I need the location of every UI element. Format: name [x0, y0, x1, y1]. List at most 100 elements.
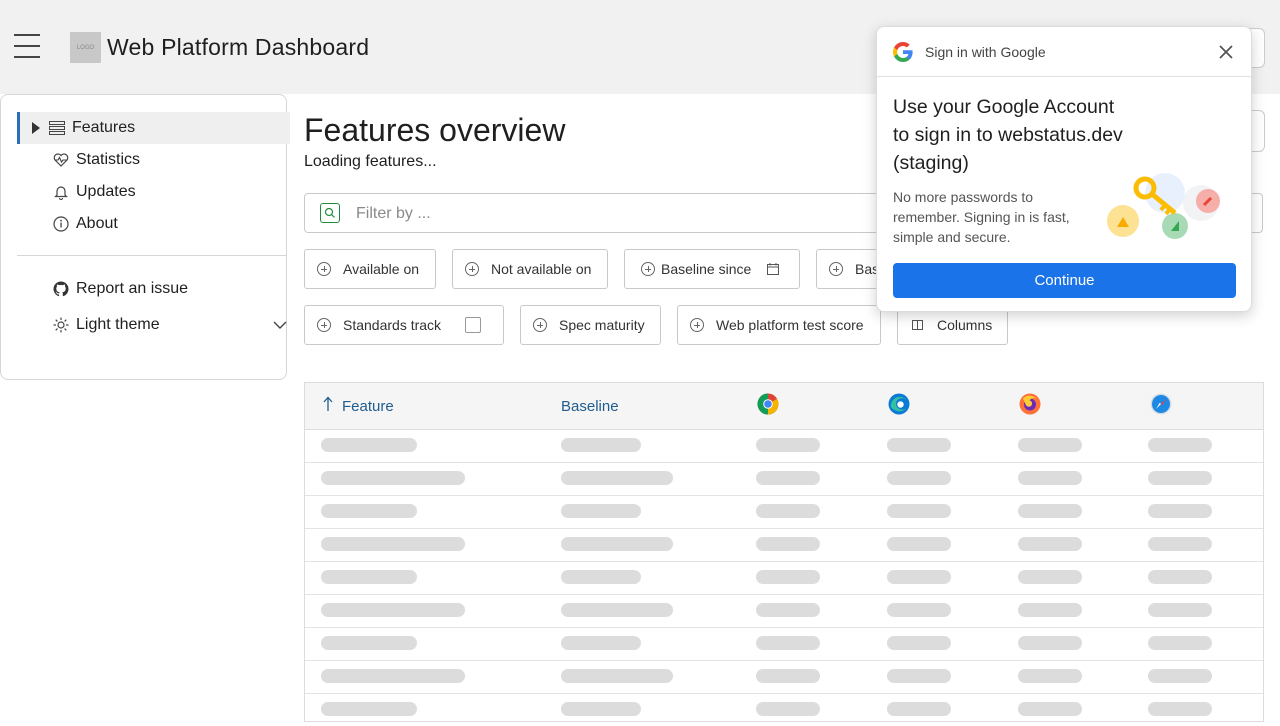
chip-label: Columns: [937, 317, 993, 333]
theme-selector[interactable]: Light theme: [17, 309, 287, 341]
skeleton-placeholder: [561, 570, 641, 584]
table-header: Feature Baseline: [305, 383, 1263, 430]
continue-button[interactable]: Continue: [893, 263, 1236, 298]
skeleton-placeholder: [1148, 537, 1212, 551]
skeleton-placeholder: [756, 537, 820, 551]
expand-caret-icon[interactable]: [32, 122, 40, 134]
available-on-chip[interactable]: Available on: [304, 249, 436, 289]
report-issue-label: Report an issue: [76, 280, 189, 297]
search-input[interactable]: Filter by ...: [356, 205, 431, 223]
chevron-down-icon[interactable]: [273, 317, 287, 335]
skeleton-placeholder: [321, 537, 465, 551]
sidebar-item-updates[interactable]: Updates: [17, 176, 287, 208]
add-circle-icon: [690, 318, 704, 332]
skeleton-placeholder: [1148, 702, 1212, 716]
table-row: [305, 693, 1263, 726]
report-issue-link[interactable]: Report an issue: [17, 273, 287, 305]
google-signin-dialog: Sign in with Google Use your Google Acco…: [876, 26, 1252, 312]
sidebar: Features Statistics Updates About Report…: [0, 94, 290, 380]
github-icon: [52, 280, 70, 298]
table-row: [305, 429, 1263, 463]
skeleton-placeholder: [1148, 570, 1212, 584]
skeleton-placeholder: [756, 570, 820, 584]
baseline-since-chip[interactable]: Baseline since: [624, 249, 800, 289]
chip-label: Not available on: [491, 261, 592, 277]
spec-maturity-chip[interactable]: Spec maturity: [520, 305, 661, 345]
skeleton-placeholder: [321, 570, 417, 584]
table-row: [305, 462, 1263, 496]
wpt-score-chip[interactable]: Web platform test score: [677, 305, 881, 345]
skeleton-placeholder: [321, 504, 417, 518]
skeleton-placeholder: [561, 537, 673, 551]
calendar-icon: [767, 263, 780, 275]
skeleton-placeholder: [321, 438, 417, 452]
column-header-feature[interactable]: Feature: [342, 398, 394, 415]
sort-ascending-icon[interactable]: [323, 396, 333, 417]
sidebar-divider: [17, 255, 287, 256]
skeleton-placeholder: [321, 636, 417, 650]
dialog-title: Sign in with Google: [925, 44, 1046, 60]
skeleton-placeholder: [1018, 702, 1082, 716]
add-circle-icon: [465, 262, 479, 276]
sidebar-item-features[interactable]: Features: [17, 112, 290, 144]
sidebar-item-label: Features: [72, 119, 136, 136]
app-logo: LOGO: [70, 32, 101, 63]
skeleton-placeholder: [561, 504, 641, 518]
table-row: [305, 627, 1263, 661]
add-circle-icon: [317, 262, 331, 276]
bell-icon: [52, 183, 70, 201]
safari-icon[interactable]: [1150, 393, 1172, 415]
skeleton-placeholder: [887, 537, 951, 551]
search-icon[interactable]: [320, 203, 340, 223]
hamburger-menu-icon[interactable]: [14, 34, 40, 60]
info-icon: [52, 215, 70, 233]
skeleton-placeholder: [1148, 603, 1212, 617]
column-header-baseline[interactable]: Baseline: [561, 398, 619, 415]
chip-label: Baseline since: [661, 261, 752, 277]
close-icon[interactable]: [1217, 43, 1235, 61]
skeleton-placeholder: [887, 702, 951, 716]
skeleton-placeholder: [756, 471, 820, 485]
firefox-icon[interactable]: [1019, 393, 1041, 415]
skeleton-placeholder: [887, 636, 951, 650]
table-row: [305, 528, 1263, 562]
add-circle-icon: [829, 262, 843, 276]
skeleton-placeholder: [887, 504, 951, 518]
skeleton-placeholder: [756, 669, 820, 683]
chip-label: Standards track: [343, 317, 442, 333]
skeleton-placeholder: [561, 471, 673, 485]
add-circle-icon: [317, 318, 331, 332]
skeleton-placeholder: [321, 669, 465, 683]
skeleton-placeholder: [561, 438, 641, 452]
skeleton-placeholder: [887, 570, 951, 584]
skeleton-placeholder: [1018, 471, 1082, 485]
sun-icon: [52, 316, 70, 334]
add-circle-icon: [641, 262, 655, 276]
app-title: Web Platform Dashboard: [107, 34, 370, 60]
chrome-icon[interactable]: [757, 393, 779, 415]
skeleton-placeholder: [1148, 504, 1212, 518]
chip-label: Spec maturity: [559, 317, 645, 333]
list-icon: [48, 119, 66, 137]
sidebar-item-statistics[interactable]: Statistics: [17, 144, 287, 176]
standards-track-checkbox[interactable]: [465, 317, 482, 333]
sidebar-item-label: Updates: [76, 183, 136, 200]
skeleton-placeholder: [887, 669, 951, 683]
skeleton-placeholder: [1148, 471, 1212, 485]
key-illustration: [1103, 163, 1229, 243]
sidebar-item-label: About: [76, 215, 118, 232]
edge-icon[interactable]: [888, 393, 910, 415]
skeleton-placeholder: [321, 471, 465, 485]
columns-icon: [912, 320, 923, 330]
sidebar-item-about[interactable]: About: [17, 208, 287, 240]
add-circle-icon: [533, 318, 547, 332]
skeleton-placeholder: [321, 702, 417, 716]
loading-status: Loading features...: [304, 153, 437, 170]
table-row: [305, 660, 1263, 694]
standards-track-chip[interactable]: Standards track: [304, 305, 504, 345]
skeleton-placeholder: [1148, 669, 1212, 683]
not-available-on-chip[interactable]: Not available on: [452, 249, 608, 289]
dialog-body: No more passwords to remember. Signing i…: [893, 189, 1070, 245]
skeleton-placeholder: [1018, 669, 1082, 683]
page-title: Features overview: [304, 112, 566, 148]
